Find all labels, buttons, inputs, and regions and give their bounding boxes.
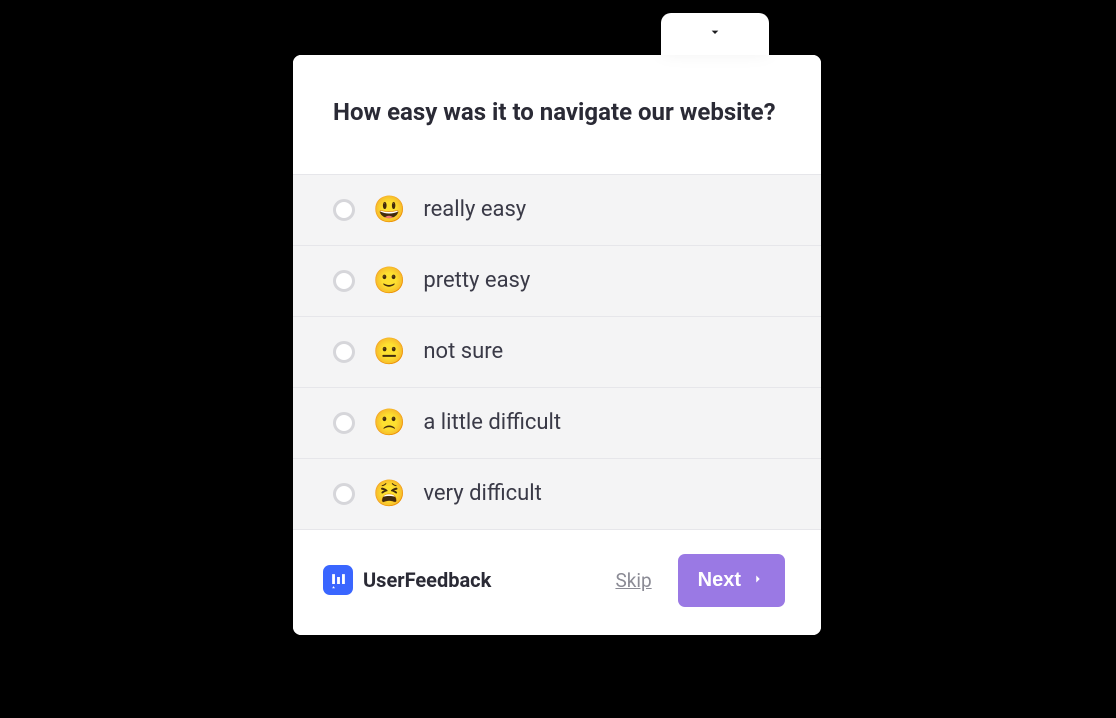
question-title: How easy was it to navigate our website?: [333, 95, 781, 130]
next-button[interactable]: Next: [678, 554, 785, 607]
survey-widget: How easy was it to navigate our website?…: [293, 55, 821, 635]
option-label: not sure: [423, 339, 503, 364]
radio-icon: [333, 483, 355, 505]
chevron-right-icon: [751, 569, 765, 592]
radio-icon: [333, 412, 355, 434]
radio-icon: [333, 341, 355, 363]
radio-icon: [333, 270, 355, 292]
widget-footer: UserFeedback Skip Next: [293, 530, 821, 635]
brand-name: UserFeedback: [363, 568, 491, 592]
option-very-difficult[interactable]: 😫 very difficult: [293, 458, 821, 530]
emoji-icon: 🙁: [373, 410, 405, 436]
skip-link[interactable]: Skip: [615, 569, 651, 592]
option-really-easy[interactable]: 😃 really easy: [293, 174, 821, 245]
option-little-difficult[interactable]: 🙁 a little difficult: [293, 387, 821, 458]
option-pretty-easy[interactable]: 🙂 pretty easy: [293, 245, 821, 316]
option-label: very difficult: [423, 481, 541, 506]
option-list: 😃 really easy 🙂 pretty easy 😐 not sure 🙁…: [293, 174, 821, 530]
radio-icon: [333, 199, 355, 221]
next-button-label: Next: [698, 569, 741, 592]
emoji-icon: 😫: [373, 481, 405, 507]
emoji-icon: 🙂: [373, 268, 405, 294]
question-block: How easy was it to navigate our website?: [293, 55, 821, 174]
brand[interactable]: UserFeedback: [323, 565, 491, 595]
option-not-sure[interactable]: 😐 not sure: [293, 316, 821, 387]
option-label: a little difficult: [423, 410, 561, 435]
brand-logo-icon: [323, 565, 353, 595]
option-label: pretty easy: [423, 268, 530, 293]
emoji-icon: 😐: [373, 339, 405, 365]
option-label: really easy: [423, 197, 526, 222]
chevron-down-icon: [707, 24, 723, 44]
emoji-icon: 😃: [373, 197, 405, 223]
collapse-tab[interactable]: [661, 13, 769, 55]
